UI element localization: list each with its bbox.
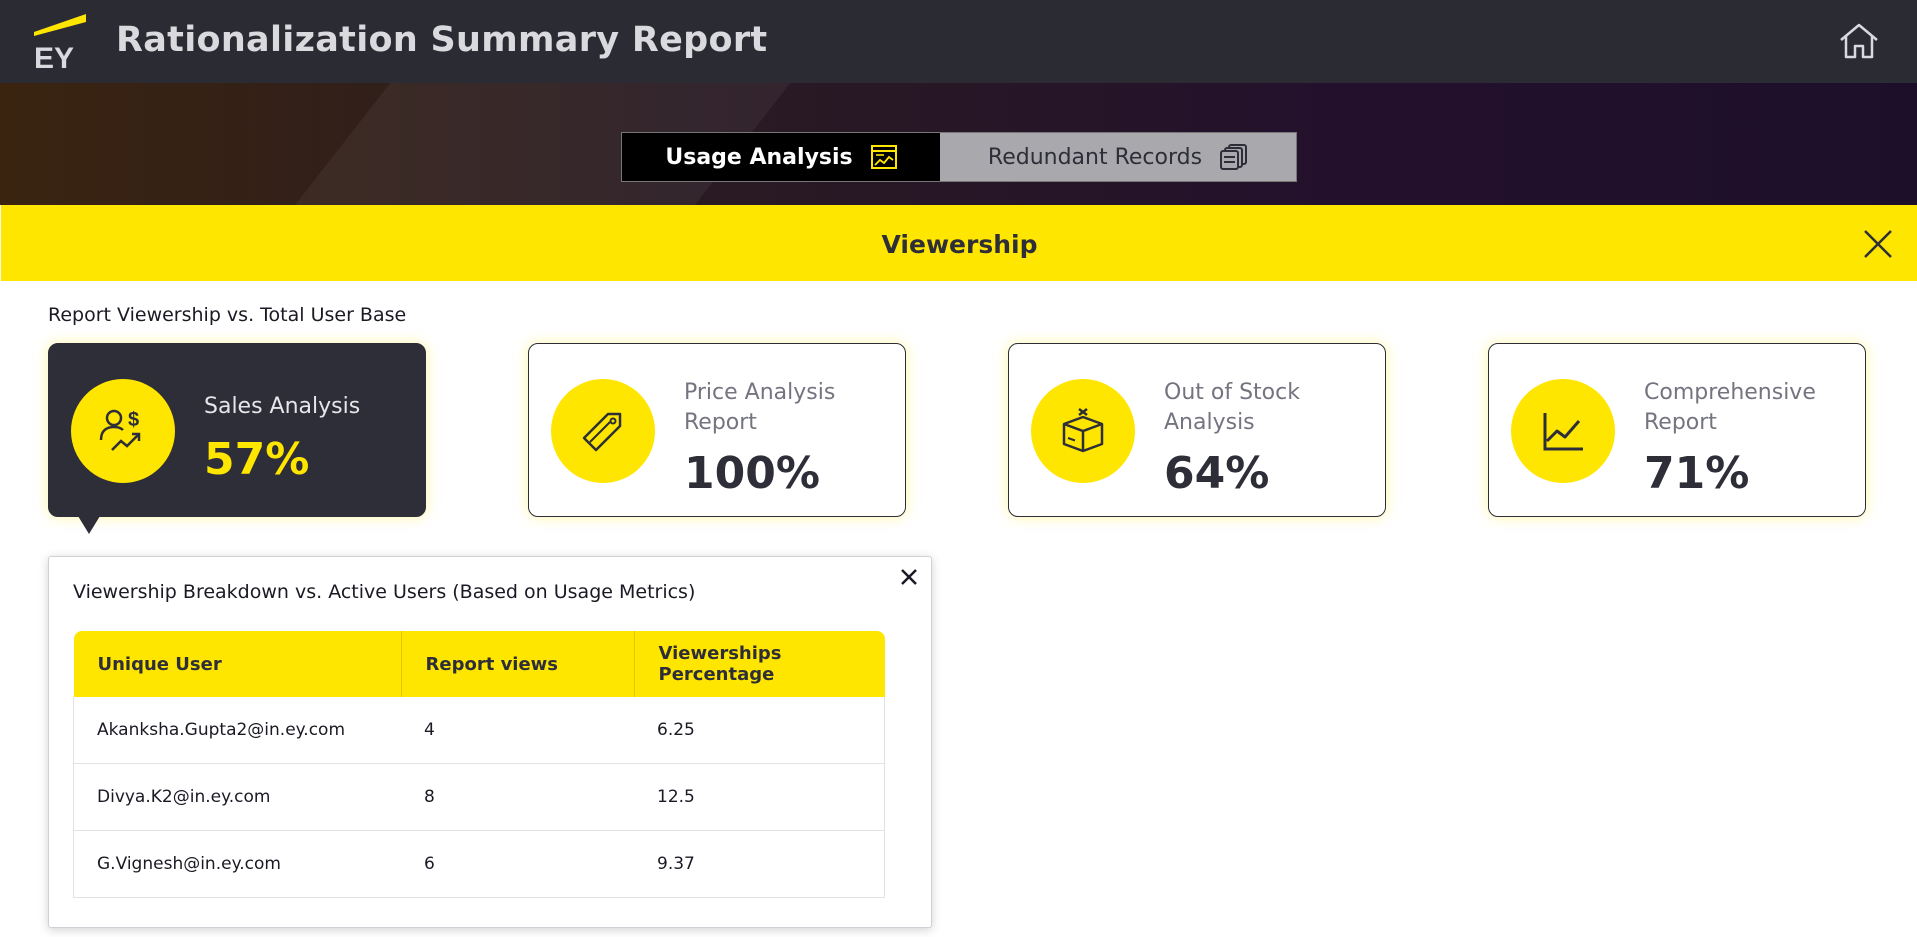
tab-bar: Usage Analysis Redundant Records: [621, 132, 1297, 182]
column-header-viewership-percentage[interactable]: Viewerships Percentage: [634, 631, 885, 697]
chart-window-icon: [870, 145, 897, 169]
cell-viewership-percentage: 6.25: [634, 697, 885, 764]
ey-logo: EY: [34, 14, 86, 72]
cell-unique-user: G.Vignesh@in.ey.com: [73, 830, 401, 898]
price-tag-icon: [582, 412, 622, 452]
stacked-cards-icon: [1220, 144, 1248, 170]
column-header-report-views[interactable]: Report views: [401, 631, 635, 697]
empty-box-icon: [1062, 408, 1104, 453]
card-value: 57%: [204, 434, 310, 485]
svg-text:EY: EY: [34, 42, 74, 72]
panel-header: Viewership: [1, 205, 1917, 281]
card-value: 64%: [1164, 448, 1270, 499]
line-chart-icon: [1543, 413, 1583, 451]
card-price-analysis-report[interactable]: Price Analysis Report 100%: [528, 343, 906, 517]
card-sales-analysis[interactable]: $ Sales Analysis 57%: [48, 343, 426, 517]
column-header-unique-user[interactable]: Unique User: [73, 631, 402, 697]
cell-report-views: 8: [401, 763, 634, 831]
cell-unique-user: Akanksha.Gupta2@in.ey.com: [73, 697, 401, 764]
table-row: Divya.K2@in.ey.com 8 12.5: [73, 763, 885, 831]
tab-redundant-records-label: Redundant Records: [987, 144, 1203, 170]
card-label: Comprehensive Report: [1644, 380, 1816, 435]
table-header-row: Unique User Report views Viewerships Per…: [73, 631, 885, 697]
tab-redundant-records[interactable]: Redundant Records: [940, 133, 1296, 181]
card-value: 71%: [1644, 448, 1750, 499]
table-row: Akanksha.Gupta2@in.ey.com 4 6.25: [73, 697, 885, 764]
tab-usage-analysis[interactable]: Usage Analysis: [622, 133, 940, 181]
viewership-breakdown-popup: Viewership Breakdown vs. Active Users (B…: [48, 556, 932, 928]
top-bar: EY Rationalization Summary Report: [0, 0, 1917, 83]
cell-viewership-percentage: 9.37: [634, 830, 885, 898]
svg-text:$: $: [128, 409, 139, 431]
cell-report-views: 6: [401, 830, 634, 898]
card-label: Sales Analysis: [204, 394, 361, 419]
card-value: 100%: [684, 448, 820, 499]
home-icon[interactable]: [1838, 22, 1880, 60]
panel-title: Viewership: [881, 230, 1038, 259]
user-dollar-trend-icon: $: [99, 409, 141, 451]
table-row: G.Vignesh@in.ey.com 6 9.37: [73, 830, 885, 898]
close-icon[interactable]: [899, 567, 919, 587]
close-icon[interactable]: [1862, 228, 1894, 260]
cell-report-views: 4: [401, 697, 634, 764]
popup-title: Viewership Breakdown vs. Active Users (B…: [73, 581, 696, 603]
card-label: Price Analysis Report: [684, 380, 836, 435]
tab-usage-analysis-label: Usage Analysis: [665, 144, 853, 170]
cell-unique-user: Divya.K2@in.ey.com: [73, 763, 401, 831]
app-title: Rationalization Summary Report: [116, 20, 768, 60]
card-comprehensive-report[interactable]: Comprehensive Report 71%: [1488, 343, 1866, 517]
section-label: Report Viewership vs. Total User Base: [48, 304, 407, 326]
card-out-of-stock-analysis[interactable]: Out of Stock Analysis 64%: [1008, 343, 1386, 517]
cell-viewership-percentage: 12.5: [634, 763, 885, 831]
card-label: Out of Stock Analysis: [1164, 380, 1300, 435]
viewership-table: Unique User Report views Viewerships Per…: [73, 631, 885, 898]
card-pointer: [78, 516, 100, 534]
